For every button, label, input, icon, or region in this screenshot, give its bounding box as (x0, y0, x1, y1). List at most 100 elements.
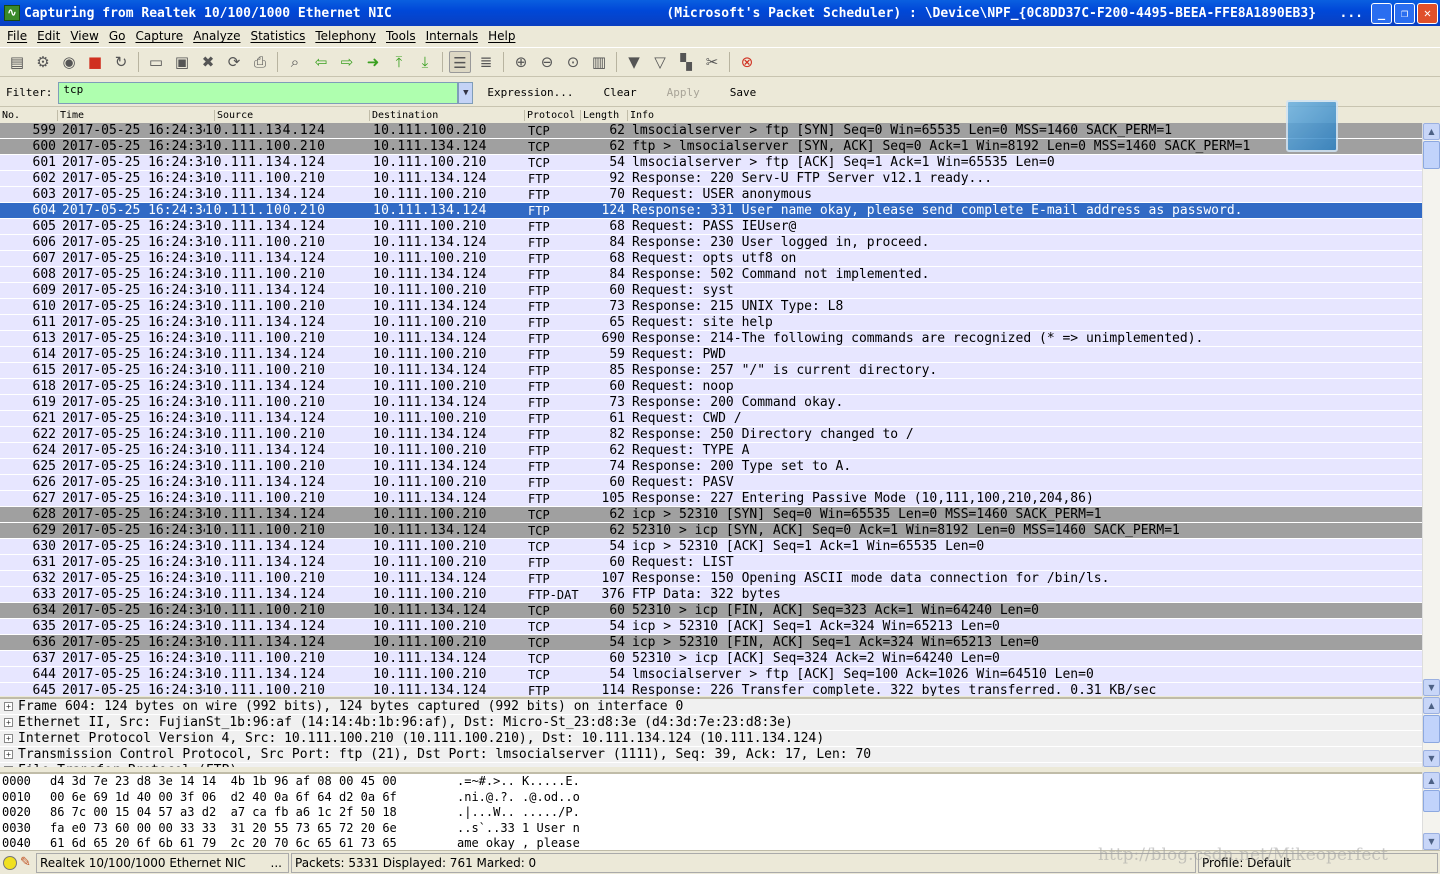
packet-row[interactable]: 621 2017-05-25 16:24:34. 10.111.134.124 10.… (0, 411, 1422, 427)
scroll-thumb[interactable] (1423, 141, 1440, 169)
scroll-down-icon[interactable]: ▼ (1423, 750, 1440, 767)
scroll-thumb[interactable] (1423, 790, 1440, 812)
preferences-icon[interactable]: ✂ (701, 51, 723, 73)
restore-button[interactable]: ❐ (1394, 2, 1415, 24)
zoom-out-icon[interactable]: ⊖ (536, 51, 558, 73)
back-icon[interactable]: ⇦ (310, 51, 332, 73)
packet-bytes[interactable]: 0000 d4 3d 7e 23 d8 3e 14 14 4b 1b 96 af … (0, 772, 1422, 850)
display-filters-icon[interactable]: ▽ (649, 51, 671, 73)
column-header-destination[interactable]: Destination (369, 110, 438, 121)
menu-file[interactable]: File (2, 29, 32, 43)
scroll-down-icon[interactable]: ▼ (1423, 679, 1440, 696)
restart-icon[interactable]: ↻ (110, 51, 132, 73)
detail-tree-item[interactable]: + Ethernet II, Src: FujianSt_1b:96:af (14… (0, 715, 1422, 731)
expert-info-icon[interactable] (3, 855, 17, 870)
packet-row[interactable]: 600 2017-05-25 16:24:34. 10.111.100.210 10.… (0, 139, 1422, 155)
packet-list[interactable]: 599 2017-05-25 16:24:34. 10.111.134.124 10.… (0, 123, 1422, 696)
forward-icon[interactable]: ⇨ (336, 51, 358, 73)
detail-tree-item[interactable]: + File Transfer Protocol (FTP) (0, 763, 1422, 767)
detail-tree-item[interactable]: + Internet Protocol Version 4, Src: 10.11… (0, 731, 1422, 747)
packet-row[interactable]: 636 2017-05-25 16:24:34. 10.111.134.124 10.… (0, 635, 1422, 651)
menu-view[interactable]: View (65, 29, 103, 43)
packet-list-scrollbar[interactable]: ▲ ▼ (1422, 123, 1440, 696)
detail-tree-item[interactable]: + Transmission Control Protocol, Src Port… (0, 747, 1422, 763)
column-header-protocol[interactable]: Protocol (524, 110, 575, 121)
print-icon[interactable]: ⎙ (249, 51, 271, 73)
reload-icon[interactable]: ⟳ (223, 51, 245, 73)
scroll-thumb[interactable] (1423, 715, 1440, 743)
packet-row[interactable]: 619 2017-05-25 16:24:34. 10.111.100.210 10.… (0, 395, 1422, 411)
packet-row[interactable]: 626 2017-05-25 16:24:34. 10.111.134.124 10.… (0, 475, 1422, 491)
expression-button[interactable]: Expression... (483, 86, 577, 99)
expand-icon[interactable]: + (4, 750, 13, 759)
packet-row[interactable]: 615 2017-05-25 16:24:34. 10.111.100.210 10.… (0, 363, 1422, 379)
packet-row[interactable]: 637 2017-05-25 16:24:34. 10.111.100.210 10.… (0, 651, 1422, 667)
autoscroll-icon[interactable]: ≣ (475, 51, 497, 73)
filter-dropdown-icon[interactable]: ▼ (458, 81, 474, 104)
bytes-scrollbar[interactable]: ▲ ▼ (1422, 772, 1440, 850)
packet-row[interactable]: 611 2017-05-25 16:24:34. 10.111.134.124 10.… (0, 315, 1422, 331)
save-filter-button[interactable]: Save (726, 86, 761, 99)
apply-button[interactable]: Apply (663, 86, 704, 99)
expand-icon[interactable]: + (4, 702, 13, 711)
interfaces-icon[interactable]: ▤ (6, 51, 28, 73)
column-header-info[interactable]: Info (627, 110, 654, 121)
menu-help[interactable]: Help (483, 29, 520, 43)
packet-row[interactable]: 645 2017-05-25 16:24:34. 10.111.100.210 10.… (0, 683, 1422, 696)
scroll-down-icon[interactable]: ▼ (1423, 833, 1440, 850)
packet-row[interactable]: 602 2017-05-25 16:24:34. 10.111.100.210 10.… (0, 171, 1422, 187)
scroll-up-icon[interactable]: ▲ (1423, 123, 1440, 140)
scroll-up-icon[interactable]: ▲ (1423, 772, 1440, 789)
packet-row[interactable]: 599 2017-05-25 16:24:34. 10.111.134.124 10.… (0, 123, 1422, 139)
packet-row[interactable]: 634 2017-05-25 16:24:34. 10.111.100.210 10.… (0, 603, 1422, 619)
open-icon[interactable]: ▭ (145, 51, 167, 73)
expand-icon[interactable]: + (4, 734, 13, 743)
close-file-icon[interactable]: ✖ (197, 51, 219, 73)
menu-capture[interactable]: Capture (130, 29, 188, 43)
packet-row[interactable]: 610 2017-05-25 16:24:34. 10.111.100.210 10.… (0, 299, 1422, 315)
packet-row[interactable]: 629 2017-05-25 16:24:34. 10.111.100.210 10.… (0, 523, 1422, 539)
packet-row[interactable]: 607 2017-05-25 16:24:34. 10.111.134.124 10.… (0, 251, 1422, 267)
zoom-in-icon[interactable]: ⊕ (510, 51, 532, 73)
packet-row[interactable]: 632 2017-05-25 16:24:34. 10.111.100.210 10.… (0, 571, 1422, 587)
filter-input[interactable]: tcp (58, 81, 459, 104)
clear-button[interactable]: Clear (599, 86, 640, 99)
packet-row[interactable]: 633 2017-05-25 16:24:34. 10.111.134.124 10.… (0, 587, 1422, 603)
first-icon[interactable]: ⤒ (388, 51, 410, 73)
help-icon[interactable]: ⊗ (736, 51, 758, 73)
packet-row[interactable]: 609 2017-05-25 16:24:34. 10.111.134.124 10.… (0, 283, 1422, 299)
expand-icon[interactable]: + (4, 766, 13, 767)
packet-row[interactable]: 627 2017-05-25 16:24:34. 10.111.100.210 10.… (0, 491, 1422, 507)
colorize-icon[interactable]: ☰ (449, 51, 471, 73)
packet-row[interactable]: 628 2017-05-25 16:24:34. 10.111.134.124 10.… (0, 507, 1422, 523)
options-icon[interactable]: ⚙ (32, 51, 54, 73)
packet-row[interactable]: 606 2017-05-25 16:24:34. 10.111.100.210 10.… (0, 235, 1422, 251)
stop-icon[interactable]: ■ (84, 51, 106, 73)
menu-analyze[interactable]: Analyze (188, 29, 245, 43)
packet-row[interactable]: 614 2017-05-25 16:24:34. 10.111.134.124 10.… (0, 347, 1422, 363)
packet-row[interactable]: 631 2017-05-25 16:24:34. 10.111.134.124 10.… (0, 555, 1422, 571)
expand-icon[interactable]: + (4, 718, 13, 727)
minimize-button[interactable]: _ (1371, 2, 1392, 24)
save-icon[interactable]: ▣ (171, 51, 193, 73)
packet-row[interactable]: 603 2017-05-25 16:24:34. 10.111.134.124 10.… (0, 187, 1422, 203)
packet-row[interactable]: 625 2017-05-25 16:24:34. 10.111.100.210 10.… (0, 459, 1422, 475)
last-icon[interactable]: ⤓ (414, 51, 436, 73)
find-icon[interactable]: ⌕ (284, 51, 306, 73)
packet-details[interactable]: + Frame 604: 124 bytes on wire (992 bits)… (0, 697, 1422, 767)
menu-internals[interactable]: Internals (421, 29, 484, 43)
goto-icon[interactable]: ➜ (362, 51, 384, 73)
zoom-normal-icon[interactable]: ⊙ (562, 51, 584, 73)
scroll-up-icon[interactable]: ▲ (1423, 697, 1440, 714)
start-icon[interactable]: ◉ (58, 51, 80, 73)
menu-statistics[interactable]: Statistics (245, 29, 310, 43)
packet-row[interactable]: 608 2017-05-25 16:24:34. 10.111.100.210 10.… (0, 267, 1422, 283)
packet-row[interactable]: 635 2017-05-25 16:24:34. 10.111.134.124 10.… (0, 619, 1422, 635)
packet-row[interactable]: 630 2017-05-25 16:24:34. 10.111.134.124 10.… (0, 539, 1422, 555)
menu-edit[interactable]: Edit (32, 29, 65, 43)
resize-columns-icon[interactable]: ▥ (588, 51, 610, 73)
packet-row[interactable]: 624 2017-05-25 16:24:34. 10.111.134.124 10.… (0, 443, 1422, 459)
packet-row[interactable]: 622 2017-05-25 16:24:34. 10.111.100.210 10.… (0, 427, 1422, 443)
packet-row[interactable]: 613 2017-05-25 16:24:34. 10.111.100.210 10.… (0, 331, 1422, 347)
column-header-no[interactable]: No. (0, 110, 20, 121)
